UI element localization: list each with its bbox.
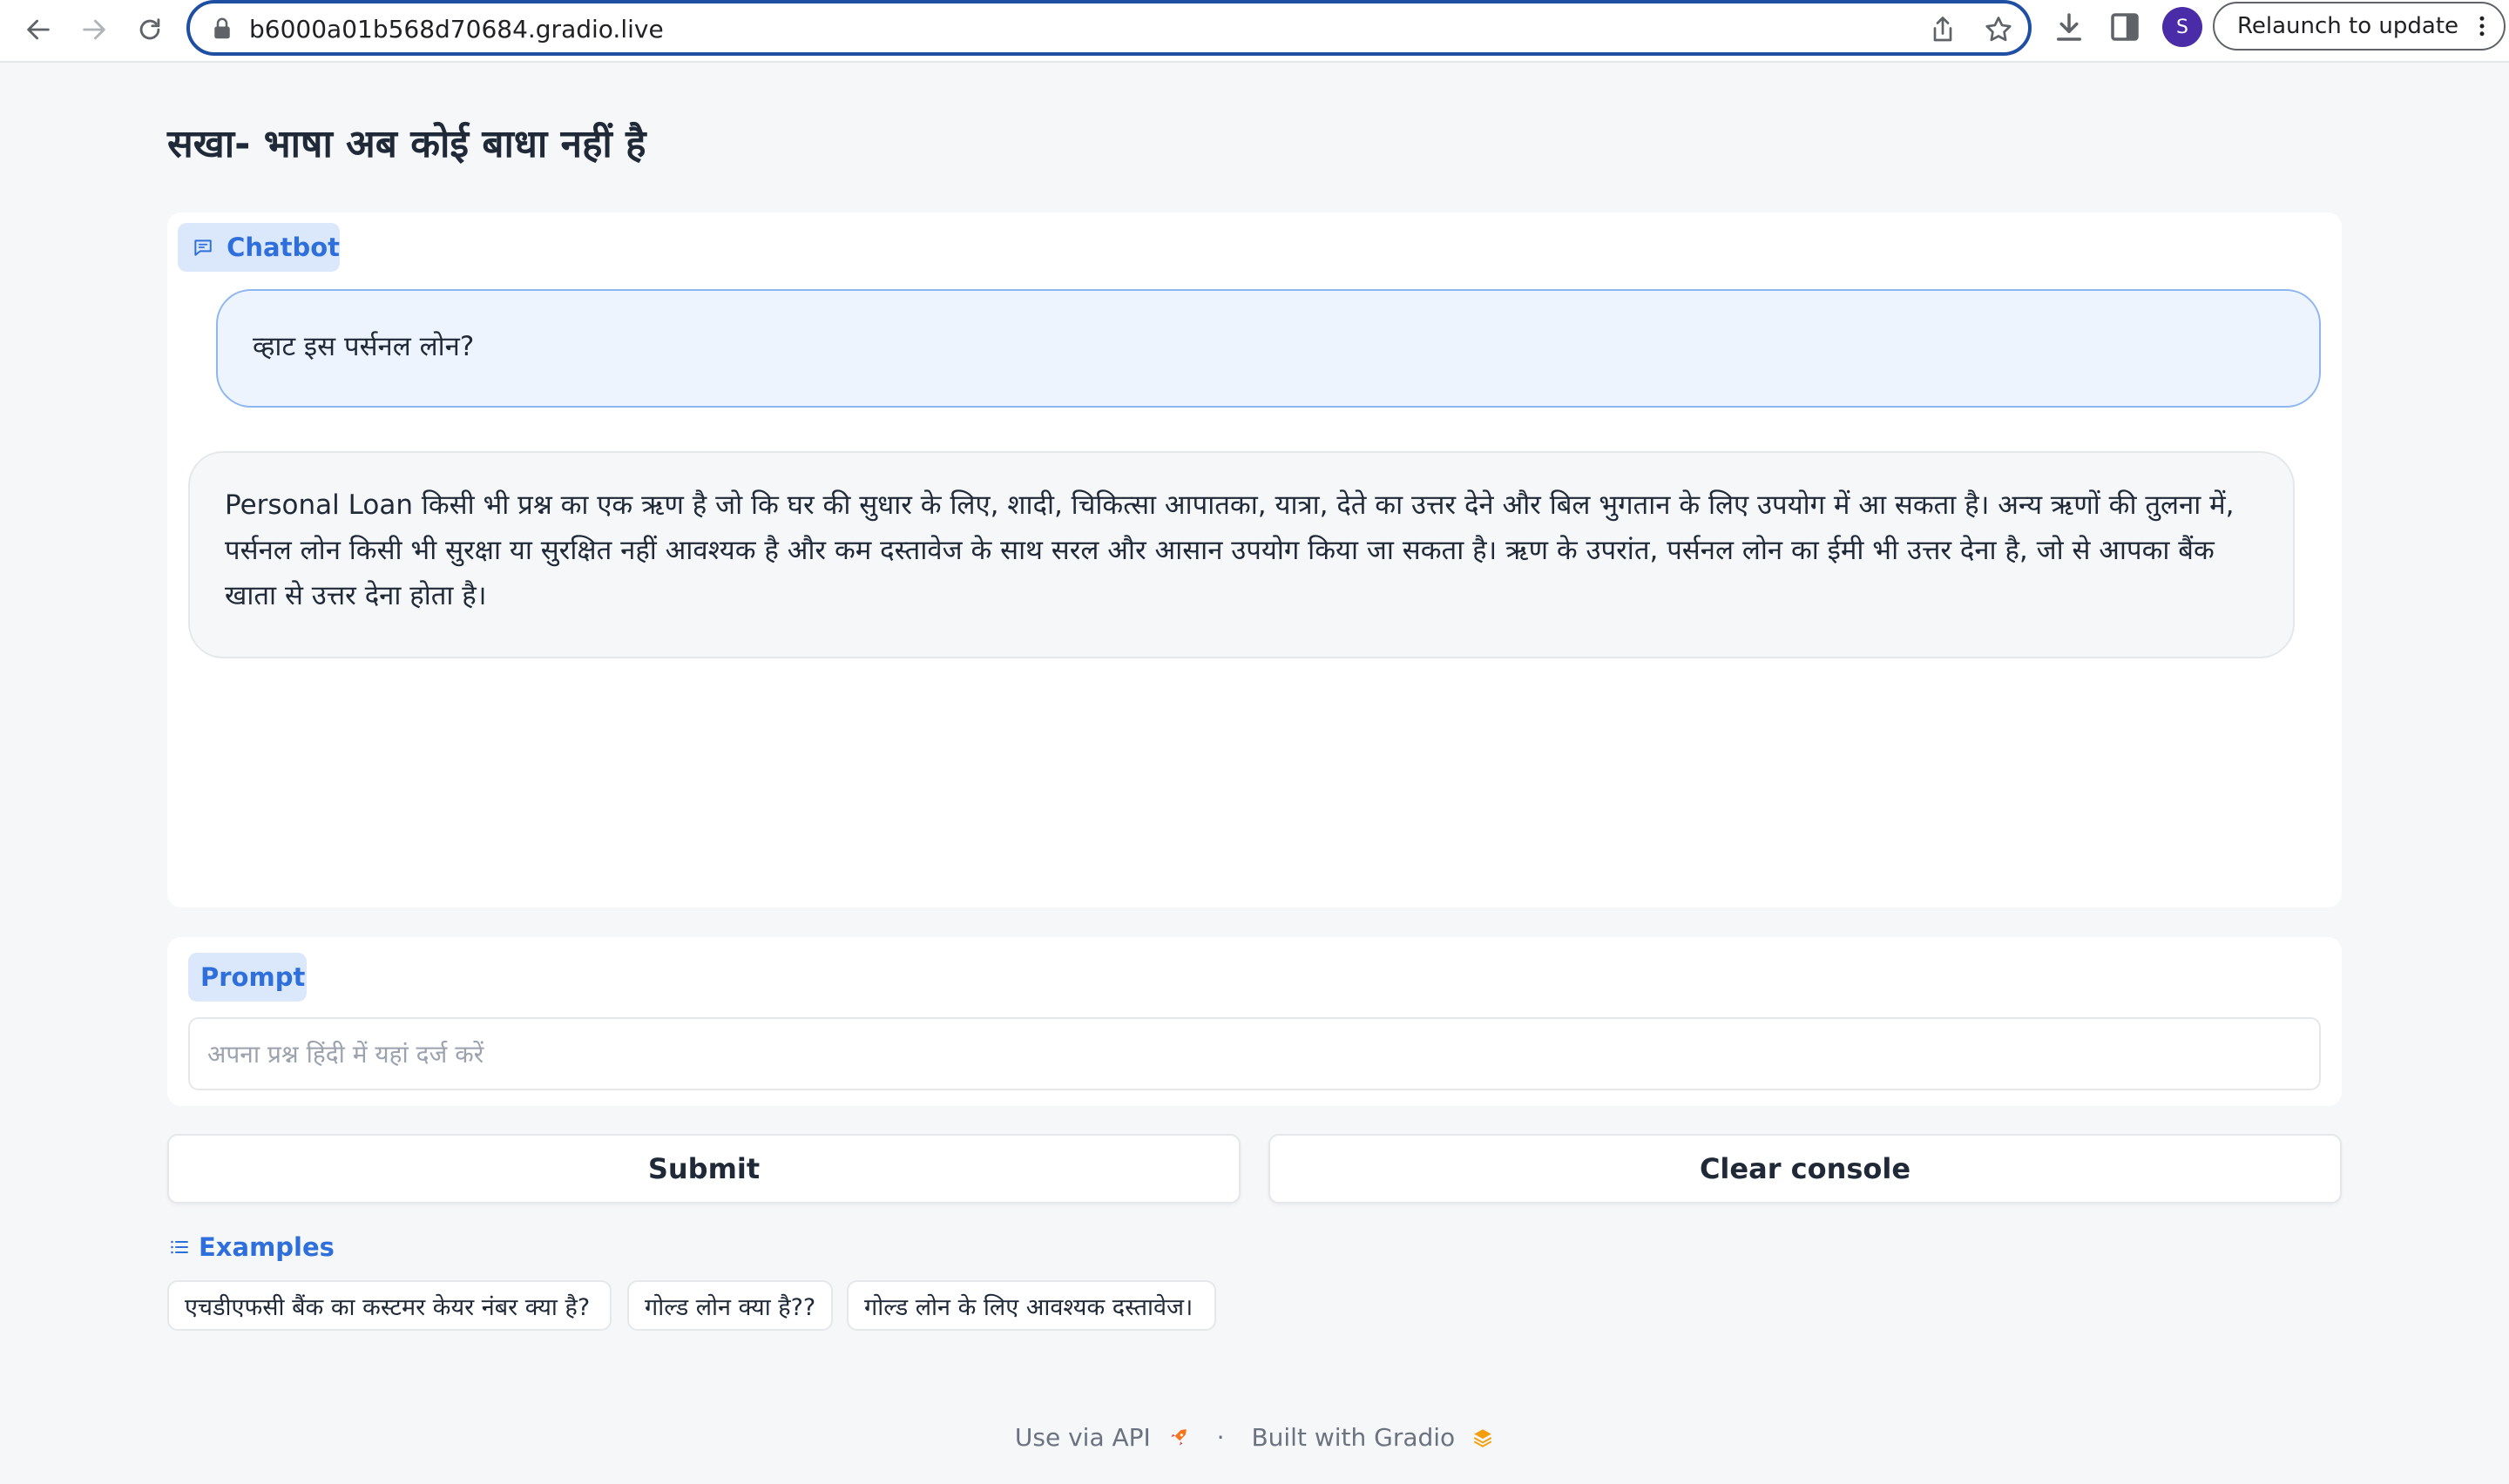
- relaunch-button[interactable]: Relaunch to update: [2213, 2, 2506, 51]
- reload-icon: [139, 18, 160, 40]
- examples-label-text: Examples: [199, 1232, 335, 1262]
- chat-icon: [194, 239, 212, 256]
- submit-button[interactable]: Submit: [167, 1134, 1241, 1204]
- user-message: व्हाट इस पर्सनल लोन?: [216, 289, 2321, 408]
- example-item-customer-care[interactable]: एचडीएफसी बैंक का कस्टमर केयर नंबर क्या ह…: [167, 1280, 612, 1331]
- examples-label: Examples: [169, 1230, 335, 1265]
- gradio-logo-icon: [1473, 1429, 1492, 1447]
- relaunch-label: Relaunch to update: [2237, 13, 2459, 39]
- footer: Use via API · Built with Gradio: [0, 1420, 2509, 1455]
- rocket-icon: [1171, 1429, 1187, 1446]
- star-icon[interactable]: [1983, 14, 2014, 45]
- share-icon[interactable]: [1927, 14, 1958, 45]
- url-text: b6000a01b568d70684.gradio.live: [249, 15, 664, 44]
- prompt-label: Prompt: [188, 953, 307, 1002]
- prompt-label-text: Prompt: [200, 962, 306, 992]
- arrow-left-icon: [27, 19, 50, 40]
- lock-icon: [214, 17, 230, 39]
- built-with-gradio-link[interactable]: Built with Gradio: [1251, 1423, 1455, 1452]
- chatbot-panel: Chatbot व्हाट इस पर्सनल लोन? Personal Lo…: [167, 212, 2342, 907]
- prompt-panel: Prompt: [167, 937, 2342, 1106]
- side-panel-icon[interactable]: [2107, 9, 2143, 45]
- profile-avatar[interactable]: S: [2162, 7, 2202, 47]
- footer-separator: ·: [1216, 1423, 1225, 1452]
- example-item-gold-loan[interactable]: गोल्ड लोन क्या है??: [627, 1280, 833, 1331]
- back-button[interactable]: [16, 7, 61, 52]
- page-title: सखा- भाषा अब कोई बाधा नहीं है: [167, 122, 646, 166]
- example-item-gold-loan-documents[interactable]: गोल्ड लोन के लिए आवश्यक दस्तावेज।: [847, 1280, 1216, 1331]
- chatbot-label: Chatbot: [178, 223, 340, 272]
- reload-button[interactable]: [127, 7, 172, 52]
- bot-message: Personal Loan किसी भी प्रश्न का एक ऋण है…: [188, 451, 2295, 658]
- list-icon: [171, 1240, 188, 1254]
- prompt-input[interactable]: [188, 1017, 2321, 1090]
- chatbot-label-text: Chatbot: [227, 233, 340, 262]
- forward-button[interactable]: [71, 7, 117, 52]
- arrow-right-icon: [83, 19, 105, 40]
- address-bar[interactable]: b6000a01b568d70684.gradio.live: [186, 0, 2032, 56]
- download-icon[interactable]: [2051, 9, 2087, 45]
- use-via-api-link[interactable]: Use via API: [1015, 1423, 1151, 1452]
- browser-toolbar: b6000a01b568d70684.gradio.live S Relaunc…: [0, 0, 2509, 63]
- clear-console-button[interactable]: Clear console: [1268, 1134, 2342, 1204]
- more-menu-icon[interactable]: [2469, 12, 2495, 40]
